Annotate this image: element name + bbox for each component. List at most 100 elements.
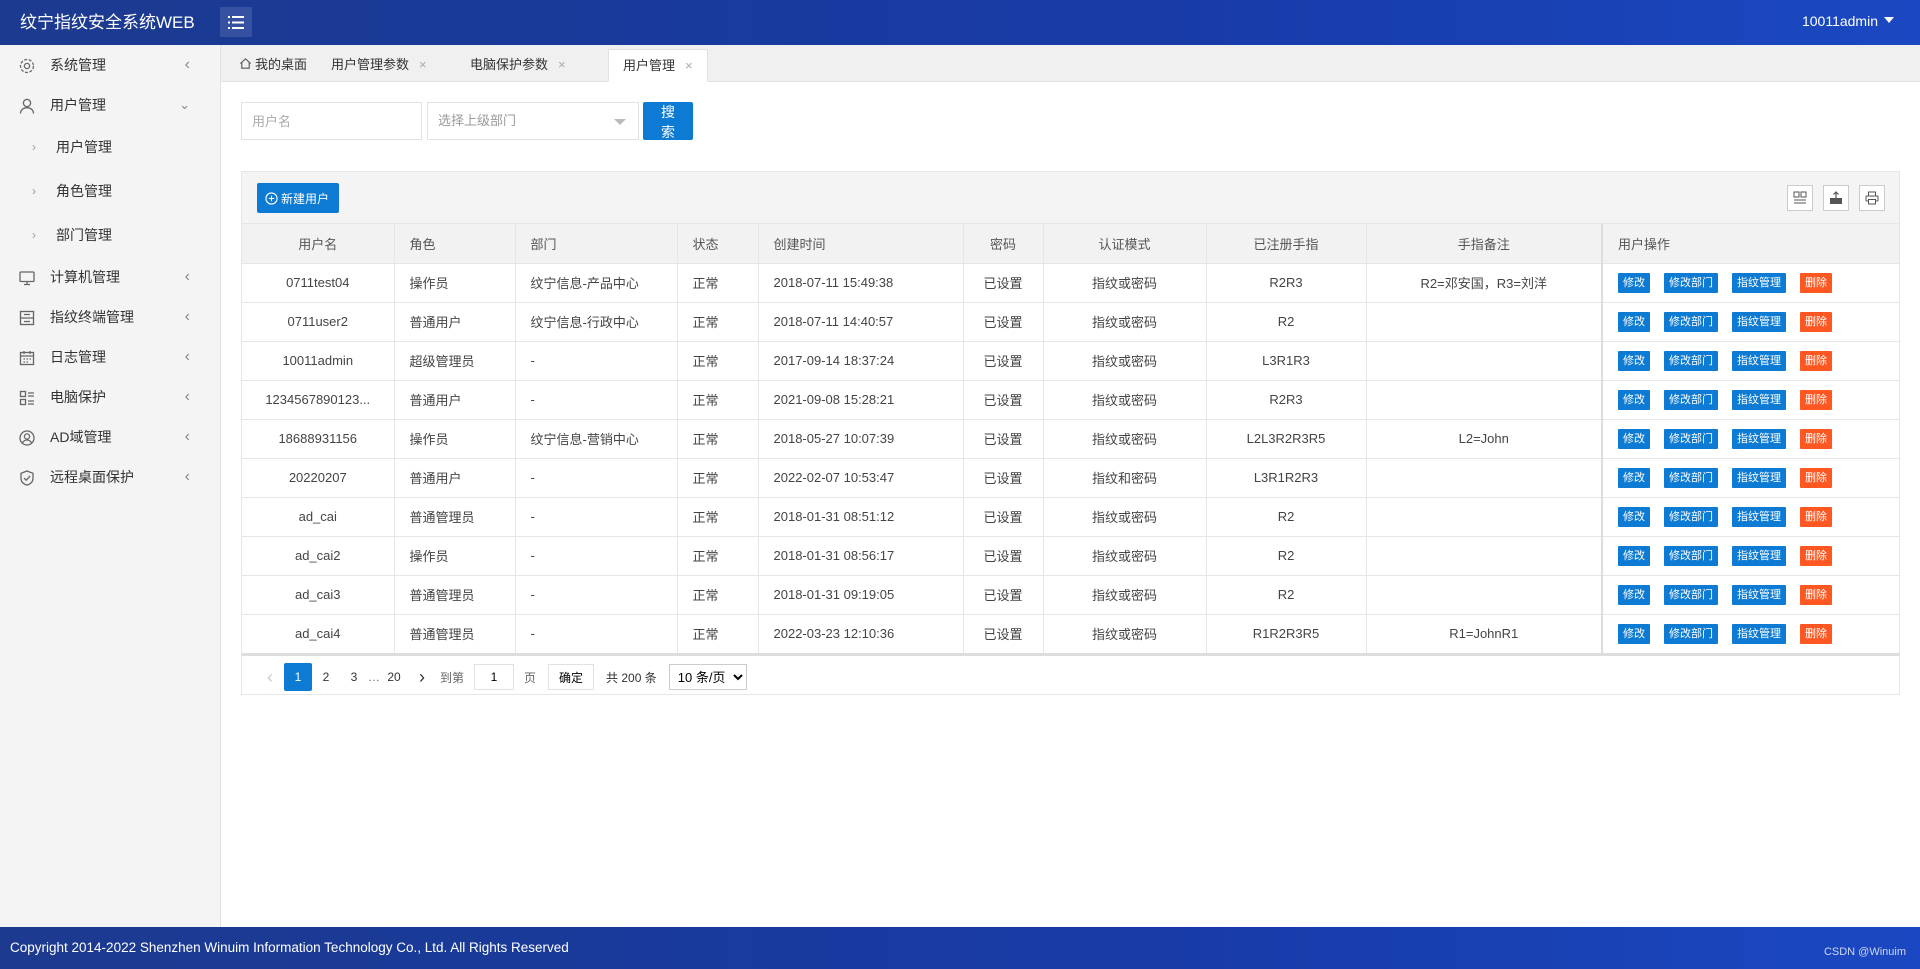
delete-button[interactable]: 删除 — [1800, 545, 1832, 566]
cell-role: 操作员 — [394, 536, 516, 576]
cell-auth-mode: 指纹或密码 — [1043, 575, 1207, 615]
edit-department-button[interactable]: 修改部门 — [1664, 623, 1718, 644]
column-header[interactable]: 部门 — [515, 224, 678, 264]
new-user-button[interactable]: 新建用户 — [257, 183, 340, 213]
tab-user-management[interactable]: 用户管理 × — [608, 49, 708, 82]
sidebar-item-pc-protection[interactable]: 电脑保护 ‹ — [0, 377, 220, 417]
edit-department-button[interactable]: 修改部门 — [1664, 272, 1718, 293]
page-size-select[interactable]: 10 条/页 — [668, 664, 747, 690]
edit-department-button[interactable]: 修改部门 — [1664, 506, 1718, 527]
edit-button[interactable]: 修改 — [1618, 545, 1650, 566]
fingerprint-manage-button[interactable]: 指纹管理 — [1732, 506, 1786, 527]
tab-desktop[interactable]: 我的桌面 — [225, 49, 321, 82]
page-button[interactable]: 2 — [312, 663, 340, 691]
menu-toggle-button[interactable] — [220, 7, 252, 37]
sidebar-item-computers[interactable]: 计算机管理 ‹ — [0, 257, 220, 297]
column-header[interactable]: 密码 — [963, 224, 1044, 264]
tab-label: 我的桌面 — [255, 57, 308, 72]
delete-button[interactable]: 删除 — [1800, 350, 1832, 371]
edit-button[interactable]: 修改 — [1618, 428, 1650, 449]
department-select[interactable]: 选择上级部门 — [427, 102, 639, 140]
next-page-button[interactable]: › — [408, 663, 436, 691]
edit-button[interactable]: 修改 — [1618, 350, 1650, 371]
edit-button[interactable]: 修改 — [1618, 584, 1650, 605]
page-button[interactable]: 1 — [284, 663, 312, 691]
column-header[interactable]: 认证模式 — [1043, 224, 1207, 264]
sidebar-item-remote-desktop[interactable]: 远程桌面保护 ‹ — [0, 457, 220, 497]
delete-button[interactable]: 删除 — [1800, 623, 1832, 644]
goto-confirm-button[interactable]: 确定 — [548, 664, 595, 690]
edit-department-button[interactable]: 修改部门 — [1664, 584, 1718, 605]
fingerprint-manage-button[interactable]: 指纹管理 — [1732, 272, 1786, 293]
tab-user-params[interactable]: 用户管理参数 × — [317, 49, 441, 82]
fingerprint-manage-button[interactable]: 指纹管理 — [1732, 311, 1786, 332]
sidebar-subitem-label: 部门管理 — [56, 227, 112, 243]
delete-button[interactable]: 删除 — [1800, 584, 1832, 605]
prev-page-button[interactable]: ‹ — [256, 663, 284, 691]
delete-button[interactable]: 删除 — [1800, 428, 1832, 449]
delete-button[interactable]: 删除 — [1800, 467, 1832, 488]
search-button[interactable]: 搜索 — [643, 102, 693, 140]
user-menu[interactable]: 10011admin — [1802, 0, 1894, 43]
fingerprint-manage-button[interactable]: 指纹管理 — [1732, 350, 1786, 371]
cell-fingers: R2 — [1206, 575, 1367, 615]
edit-department-button[interactable]: 修改部门 — [1664, 467, 1718, 488]
sidebar-item-system[interactable]: 系统管理 ‹ — [0, 45, 220, 85]
delete-button[interactable]: 删除 — [1800, 506, 1832, 527]
fingerprint-manage-button[interactable]: 指纹管理 — [1732, 389, 1786, 410]
sidebar-item-user-management[interactable]: 用户管理 ⌄ — [0, 85, 220, 125]
edit-button[interactable]: 修改 — [1618, 272, 1650, 293]
cell-role: 普通管理员 — [394, 497, 516, 537]
sidebar-item-label: 系统管理 — [50, 57, 106, 73]
username-input[interactable] — [241, 102, 422, 140]
page-button[interactable]: 3 — [340, 663, 368, 691]
edit-department-button[interactable]: 修改部门 — [1664, 311, 1718, 332]
chevron-left-icon: ‹ — [184, 56, 190, 73]
edit-department-button[interactable]: 修改部门 — [1664, 545, 1718, 566]
sidebar-item-logs[interactable]: 日志管理 ‹ — [0, 337, 220, 377]
edit-button[interactable]: 修改 — [1618, 311, 1650, 332]
column-header[interactable]: 手指备注 — [1366, 224, 1603, 264]
columns-filter-button[interactable] — [1787, 185, 1813, 211]
cell-role: 普通用户 — [394, 380, 516, 420]
edit-button[interactable]: 修改 — [1618, 623, 1650, 644]
edit-button[interactable]: 修改 — [1618, 467, 1650, 488]
column-header[interactable]: 用户操作 — [1601, 224, 1900, 264]
cell-actions: 修改 修改部门 指纹管理 删除 — [1601, 341, 1900, 381]
delete-button[interactable]: 删除 — [1800, 272, 1832, 293]
sidebar-item-terminals[interactable]: 指纹终端管理 ‹ — [0, 297, 220, 337]
sidebar-subitem-departments[interactable]: › 部门管理 — [0, 213, 220, 257]
print-button[interactable] — [1859, 185, 1885, 211]
table-scrollbar[interactable] — [242, 653, 1899, 656]
sidebar-subitem-roles[interactable]: › 角色管理 — [0, 169, 220, 213]
column-header[interactable]: 角色 — [394, 224, 516, 264]
fingerprint-manage-button[interactable]: 指纹管理 — [1732, 623, 1786, 644]
edit-button[interactable]: 修改 — [1618, 506, 1650, 527]
fingerprint-manage-button[interactable]: 指纹管理 — [1732, 428, 1786, 449]
column-header[interactable]: 状态 — [677, 224, 759, 264]
home-icon — [240, 58, 251, 69]
page-button[interactable]: 20 — [380, 663, 408, 691]
edit-department-button[interactable]: 修改部门 — [1664, 428, 1718, 449]
edit-button[interactable]: 修改 — [1618, 389, 1650, 410]
delete-button[interactable]: 删除 — [1800, 311, 1832, 332]
close-icon[interactable]: × — [419, 57, 427, 72]
table-row: 1234567890123... 普通用户 - 正常 2021-09-08 15:28:… — [242, 380, 1900, 420]
edit-department-button[interactable]: 修改部门 — [1664, 389, 1718, 410]
edit-department-button[interactable]: 修改部门 — [1664, 350, 1718, 371]
close-icon[interactable]: × — [685, 58, 693, 73]
sidebar-subitem-users[interactable]: › 用户管理 — [0, 125, 220, 169]
cell-actions: 修改 修改部门 指纹管理 删除 — [1601, 302, 1900, 342]
goto-page-input[interactable] — [474, 664, 515, 690]
tab-pc-params[interactable]: 电脑保护参数 × — [456, 49, 580, 82]
fingerprint-manage-button[interactable]: 指纹管理 — [1732, 545, 1786, 566]
column-header[interactable]: 已注册手指 — [1206, 224, 1367, 264]
delete-button[interactable]: 删除 — [1800, 389, 1832, 410]
fingerprint-manage-button[interactable]: 指纹管理 — [1732, 467, 1786, 488]
sidebar-item-ad-domain[interactable]: AD域管理 ‹ — [0, 417, 220, 457]
close-icon[interactable]: × — [558, 57, 566, 72]
export-button[interactable] — [1823, 185, 1849, 211]
fingerprint-manage-button[interactable]: 指纹管理 — [1732, 584, 1786, 605]
column-header[interactable]: 创建时间 — [758, 224, 964, 264]
column-header[interactable]: 用户名 — [242, 224, 395, 264]
